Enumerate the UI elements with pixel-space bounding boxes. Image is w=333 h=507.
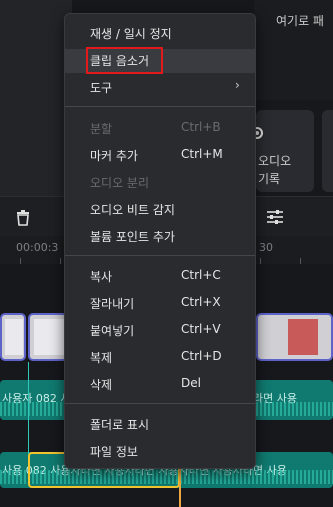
video-clip[interactable]	[256, 313, 333, 361]
preview-hint-text: 여기로 패	[276, 14, 324, 28]
adjust-icon[interactable]	[266, 209, 284, 225]
menu-item-beat-detection[interactable]: 오디오 비트 감지	[65, 198, 255, 222]
menu-item-label: 볼륨 포인트 추가	[90, 230, 175, 244]
video-clip[interactable]	[28, 313, 68, 361]
menu-item-shortcut: Ctrl+D	[181, 349, 222, 363]
menu-item-duplicate[interactable]: 복제 Ctrl+D	[65, 346, 255, 370]
context-menu: 재생 / 일시 정지 클립 음소거 도구 › 분할 Ctrl+B 마커 추가 C…	[64, 13, 256, 469]
menu-item-add-volume-point[interactable]: 볼륨 포인트 추가	[65, 225, 255, 249]
card-label-line1: 오디오	[258, 154, 292, 168]
menu-item-label: 마커 추가	[90, 149, 138, 163]
menu-item-detach-audio[interactable]: 오디오 분리	[65, 171, 255, 195]
menu-item-file-info[interactable]: 파일 정보	[65, 440, 255, 464]
preview-panel-left	[0, 0, 72, 196]
clip-thumbnail	[288, 319, 318, 355]
menu-item-cut[interactable]: 잘라내기 Ctrl+X	[65, 292, 255, 316]
trash-icon[interactable]	[16, 210, 30, 226]
video-clip[interactable]	[0, 313, 26, 361]
menu-item-shortcut: Ctrl+B	[181, 120, 221, 134]
ruler-timecode-right: 30	[259, 241, 273, 254]
menu-item-shortcut: Ctrl+C	[181, 268, 221, 282]
menu-item-split[interactable]: 분할 Ctrl+B	[65, 117, 255, 141]
menu-item-label: 복사	[90, 270, 113, 284]
menu-item-label: 오디오 비트 감지	[90, 203, 175, 217]
clip-thumbnail	[34, 319, 64, 355]
card-label-line2: 기록	[258, 172, 281, 186]
menu-item-label: 복제	[90, 351, 113, 365]
menu-item-show-in-folder[interactable]: 폴더로 표시	[65, 413, 255, 437]
menu-item-shortcut: Ctrl+X	[181, 295, 221, 309]
menu-item-delete[interactable]: 삭제 Del	[65, 373, 255, 397]
ruler-tick	[260, 258, 261, 264]
audio-record-card[interactable]: 오디오기록	[251, 110, 314, 192]
track-marker-line	[28, 362, 29, 454]
menu-item-label: 분할	[90, 122, 113, 136]
menu-divider	[65, 106, 255, 107]
annotation-highlight-box	[86, 47, 163, 74]
ruler-tick	[20, 258, 21, 264]
menu-item-label: 재생 / 일시 정지	[90, 27, 172, 41]
menu-item-label: 잘라내기	[90, 297, 135, 311]
menu-divider	[65, 255, 255, 256]
menu-item-label: 폴더로 표시	[90, 418, 150, 432]
menu-item-add-marker[interactable]: 마커 추가 Ctrl+M	[65, 144, 255, 168]
menu-divider	[65, 403, 255, 404]
menu-item-label: 붙여넣기	[90, 324, 135, 338]
clip-thumbnail	[5, 319, 23, 355]
menu-item-label: 오디오 분리	[90, 176, 150, 190]
menu-item-label: 도구	[90, 81, 113, 95]
menu-item-paste[interactable]: 붙여넣기 Ctrl+V	[65, 319, 255, 343]
menu-item-copy[interactable]: 복사 Ctrl+C	[65, 265, 255, 289]
menu-item-shortcut: Ctrl+V	[181, 322, 221, 336]
ruler-timecode-left: 00:00:3	[16, 241, 59, 254]
menu-item-play-pause[interactable]: 재생 / 일시 정지	[65, 22, 255, 46]
menu-item-tools[interactable]: 도구 ›	[65, 76, 255, 100]
ruler-tick	[300, 258, 301, 264]
menu-item-shortcut: Del	[181, 376, 201, 390]
side-card[interactable]	[322, 110, 333, 192]
menu-item-shortcut: Ctrl+M	[181, 147, 223, 161]
menu-item-label: 삭제	[90, 378, 113, 392]
chevron-right-icon: ›	[235, 78, 240, 92]
menu-item-label: 파일 정보	[90, 445, 138, 459]
ruler-tick	[60, 258, 61, 264]
